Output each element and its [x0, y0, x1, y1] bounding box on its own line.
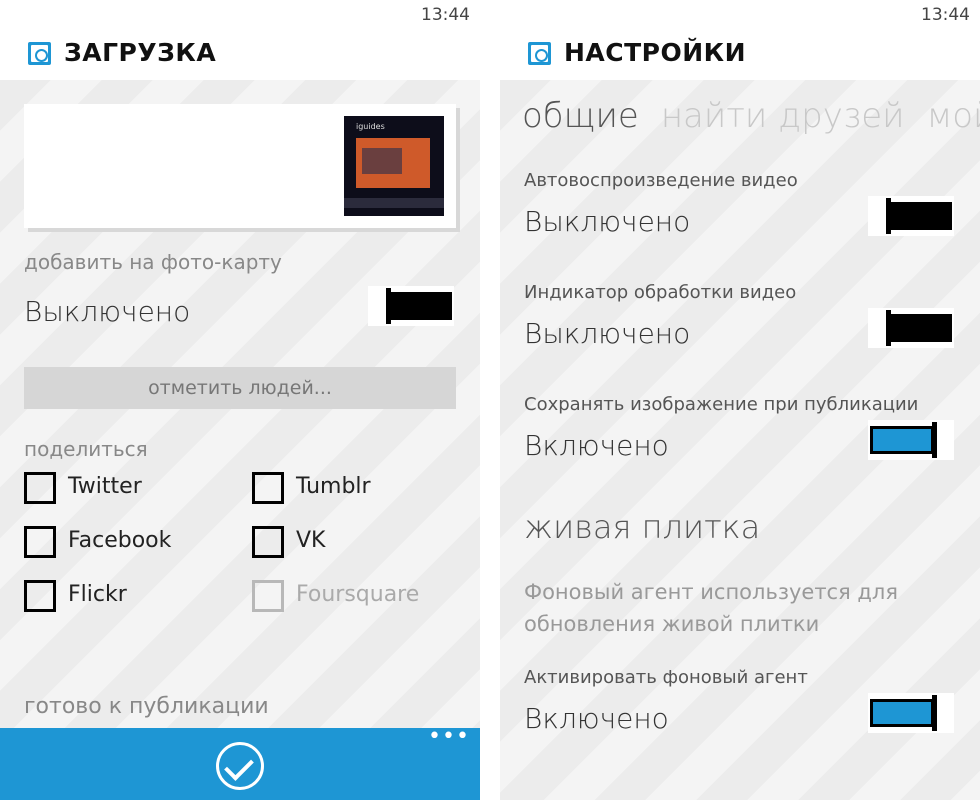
header: НАСТРОЙКИ: [500, 34, 980, 80]
save-image-value: Включено: [524, 429, 669, 462]
checkbox-box: [252, 472, 284, 504]
status-time: 13:44: [921, 5, 970, 25]
checkbox-label: Facebook: [68, 528, 172, 553]
share-foursquare-checkbox[interactable]: Foursquare: [252, 580, 452, 620]
share-tumblr-checkbox[interactable]: Tumblr: [252, 472, 452, 512]
page-title: ЗАГРУЗКА: [64, 38, 217, 67]
checkmark-icon[interactable]: [216, 742, 264, 790]
share-facebook-checkbox[interactable]: Facebook: [24, 526, 224, 566]
bg-agent-value: Включено: [524, 702, 669, 735]
save-image-toggle[interactable]: [868, 420, 954, 460]
checkbox-box: [24, 472, 56, 504]
status-time: 13:44: [421, 5, 470, 25]
checkbox-label: Flickr: [68, 582, 127, 607]
add-to-map-value: Выключено: [24, 295, 191, 328]
tag-people-button[interactable]: отметить людей...: [24, 367, 456, 409]
checkbox-box: [24, 526, 56, 558]
thumbnail-caption: iguides: [356, 122, 385, 131]
checkbox-box: [252, 526, 284, 558]
checkbox-box: [252, 580, 284, 612]
autoplay-video-value: Выключено: [524, 205, 691, 238]
save-image-label: Сохранять изображение при публикации: [524, 394, 919, 415]
pivot-tab-find-friends[interactable]: найти друзей: [661, 96, 905, 136]
pivot-tab-my-profile[interactable]: мой пр: [927, 96, 980, 136]
instagram-app-icon: [28, 42, 51, 65]
video-indicator-toggle[interactable]: [868, 308, 954, 348]
settings-screen: 13:44 НАСТРОЙКИ общие найти друзей мой пр …: [500, 0, 980, 800]
share-label: поделиться: [24, 437, 148, 461]
photo-card: iguides: [24, 104, 456, 228]
video-indicator-value: Выключено: [524, 317, 691, 350]
pivot-tab-general[interactable]: общие: [522, 96, 639, 136]
bg-agent-toggle[interactable]: [868, 693, 954, 733]
share-flickr-checkbox[interactable]: Flickr: [24, 580, 224, 620]
checkbox-label: Foursquare: [296, 582, 420, 607]
upload-screen: 13:44 ЗАГРУЗКА iguides добавить на фото-…: [0, 0, 480, 800]
share-twitter-checkbox[interactable]: Twitter: [24, 472, 224, 512]
header: ЗАГРУЗКА: [0, 34, 480, 80]
checkbox-label: Twitter: [68, 474, 142, 499]
more-icon[interactable]: •••: [428, 726, 469, 748]
video-indicator-label: Индикатор обработки видео: [524, 282, 797, 303]
upload-content: iguides добавить на фото-карту Выключено…: [0, 80, 480, 728]
live-tile-description: Фоновый агент используется для обновлени…: [524, 580, 898, 636]
autoplay-video-label: Автовоспроизведение видео: [524, 170, 798, 191]
checkbox-label: Tumblr: [296, 474, 371, 499]
live-tile-section-title: живая плитка: [524, 508, 761, 546]
page-title: НАСТРОЙКИ: [564, 38, 747, 67]
bg-agent-label: Активировать фоновый агент: [524, 667, 808, 688]
photo-thumbnail[interactable]: iguides: [344, 116, 444, 216]
share-vk-checkbox[interactable]: VK: [252, 526, 452, 566]
autoplay-video-toggle[interactable]: [868, 196, 954, 236]
checkbox-box: [24, 580, 56, 612]
add-to-map-toggle[interactable]: [368, 286, 454, 326]
app-bar: •••: [0, 726, 480, 800]
pivot-header: общие найти друзей мой пр: [522, 96, 980, 136]
add-to-map-label: добавить на фото-карту: [24, 250, 282, 274]
instagram-app-icon: [528, 42, 551, 65]
settings-content: общие найти друзей мой пр Автовоспроизведе…: [500, 80, 980, 800]
ready-label: готово к публикации: [24, 694, 269, 719]
checkbox-label: VK: [296, 528, 326, 553]
